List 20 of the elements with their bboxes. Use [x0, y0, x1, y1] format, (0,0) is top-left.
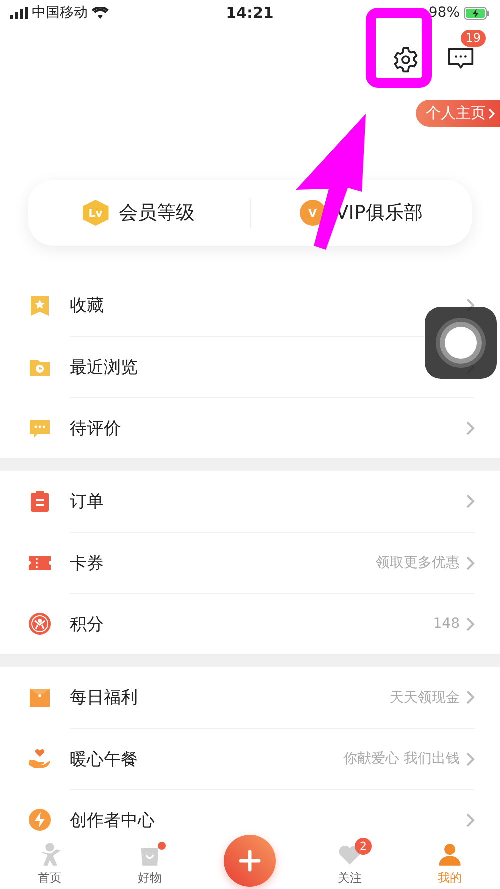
item-hint: 天天领现金: [390, 688, 460, 706]
tab[interactable]: 首页: [0, 842, 100, 887]
level-badge: Lv: [82, 200, 109, 226]
item-hint: 148: [433, 616, 460, 632]
carrier-name: 中国移动: [32, 4, 88, 22]
menu-item[interactable]: 积分 148: [0, 593, 500, 654]
menu-item[interactable]: 卡券 领取更多优惠: [0, 532, 500, 593]
item-hint: 领取更多优惠: [376, 554, 460, 572]
status-time: 14:21: [225, 4, 275, 22]
count-badge: 2: [355, 838, 372, 855]
item-hint: 你献爱心 我们出钱: [344, 750, 460, 768]
battery-percent: 98%: [428, 5, 460, 21]
level-badge: V: [300, 200, 326, 226]
tab[interactable]: 好物: [100, 842, 200, 887]
count-badge: 19: [460, 30, 486, 46]
menu-item[interactable]: 暖心午餐 你献爱心 我们出钱: [0, 728, 500, 789]
menu-item[interactable]: 每日福利 天天领现金: [0, 667, 500, 728]
menu-item[interactable]: 订单: [0, 471, 500, 532]
membership-link[interactable]: 会员等级: [118, 200, 195, 226]
menu-item[interactable]: 待评价: [0, 397, 500, 458]
